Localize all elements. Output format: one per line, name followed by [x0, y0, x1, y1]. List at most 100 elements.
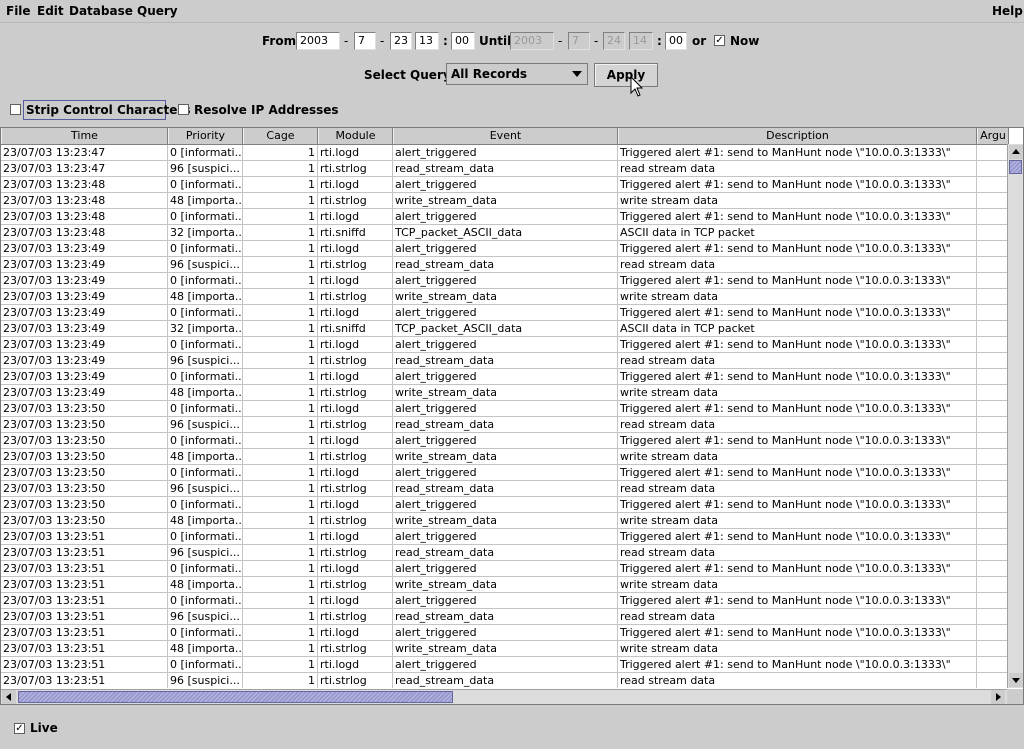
cell-arguments [977, 529, 1007, 544]
cell-arguments [977, 321, 1007, 336]
horizontal-scrollbar[interactable] [1, 689, 1007, 704]
cell-module: rti.strlog [318, 577, 393, 592]
until-hour-field[interactable]: 14 [629, 32, 653, 50]
menu-file[interactable]: File [6, 4, 31, 18]
cell-priority: 0 [informati... [170, 657, 243, 672]
table-row[interactable]: 23/07/03 13:23:49 0 [informati... 1 rti.log… [1, 273, 1007, 289]
cell-cage: 1 [243, 497, 318, 512]
cell-priority: 96 [suspici... [168, 257, 243, 272]
table-row[interactable]: 23/07/03 13:23:48 32 [importa... 1 rti.snif… [1, 225, 1007, 241]
until-day-field[interactable]: 24 [603, 32, 625, 50]
scroll-right-icon [996, 693, 1001, 701]
table-row[interactable]: 23/07/03 13:23:48 0 [informati... 1 rti.log… [1, 177, 1007, 193]
table-row[interactable]: 23/07/03 13:23:51 48 [importa... 1 rti.strl… [1, 641, 1007, 657]
horizontal-scroll-thumb[interactable] [18, 691, 453, 703]
table-row[interactable]: 23/07/03 13:23:50 0 [informati... 1 rti.log… [1, 401, 1007, 417]
cell-cage: 1 [243, 625, 318, 640]
cell-event: alert_triggered [393, 529, 618, 544]
scroll-down-button[interactable] [1009, 673, 1023, 687]
table-row[interactable]: 23/07/03 13:23:47 0 [informati... 1 rti.log… [1, 145, 1007, 161]
live-checkbox[interactable]: ✓ [14, 723, 25, 734]
table-row[interactable]: 23/07/03 13:23:51 96 [suspici... 1 rti.strl… [1, 673, 1007, 688]
table-row[interactable]: 23/07/03 13:23:50 0 [informati... 1 rti.log… [1, 433, 1007, 449]
scroll-left-button[interactable] [2, 690, 16, 704]
scroll-right-button[interactable] [991, 690, 1005, 704]
cell-event: alert_triggered [393, 433, 618, 448]
table-row[interactable]: 23/07/03 13:23:50 48 [importa... 1 rti.strl… [1, 513, 1007, 529]
table-row[interactable]: 23/07/03 13:23:50 96 [suspici... 1 rti.strl… [1, 481, 1007, 497]
cell-cage: 1 [243, 193, 318, 208]
cell-cage: 1 [243, 641, 318, 656]
table-row[interactable]: 23/07/03 13:23:50 0 [informati... 1 rti.log… [1, 465, 1007, 481]
table-row[interactable]: 23/07/03 13:23:49 0 [informati... 1 rti.log… [1, 337, 1007, 353]
strip-control-characters-label[interactable]: Strip Control Characters [26, 103, 190, 117]
table-row[interactable]: 23/07/03 13:23:51 96 [suspici... 1 rti.strl… [1, 545, 1007, 561]
table-row[interactable]: 23/07/03 13:23:49 48 [importa... 1 rti.strl… [1, 385, 1007, 401]
cell-time: 23/07/03 13:23:51 [1, 545, 168, 560]
from-month-field[interactable]: 7 [354, 32, 376, 50]
column-header-priority[interactable]: Priority [168, 128, 243, 144]
table-row[interactable]: 23/07/03 13:23:51 0 [informati... 1 rti.log… [1, 561, 1007, 577]
resolve-ip-addresses-label[interactable]: Resolve IP Addresses [194, 103, 339, 117]
table-row[interactable]: 23/07/03 13:23:51 0 [informati... 1 rti.log… [1, 625, 1007, 641]
cell-arguments [977, 289, 1007, 304]
column-header-event[interactable]: Event [393, 128, 618, 144]
from-day-field[interactable]: 23 [390, 32, 412, 50]
cell-module: rti.strlog [318, 673, 393, 688]
cell-priority: 0 [informati... [170, 177, 243, 192]
table-row[interactable]: 23/07/03 13:23:51 0 [informati... 1 rti.log… [1, 529, 1007, 545]
table-row[interactable]: 23/07/03 13:23:51 96 [suspici... 1 rti.strl… [1, 609, 1007, 625]
until-year-field[interactable]: 2003 [510, 32, 554, 50]
menu-database[interactable]: Database [69, 4, 133, 18]
from-minute-field[interactable]: 00 [451, 32, 475, 50]
cell-priority: 48 [importa... [170, 193, 243, 208]
cell-cage: 1 [243, 433, 318, 448]
resolve-ip-addresses-checkbox[interactable] [178, 104, 189, 115]
column-header-time[interactable]: Time [1, 128, 168, 144]
table-row[interactable]: 23/07/03 13:23:51 0 [informati... 1 rti.log… [1, 657, 1007, 673]
column-header-module[interactable]: Module [318, 128, 393, 144]
table-row[interactable]: 23/07/03 13:23:49 0 [informati... 1 rti.log… [1, 369, 1007, 385]
table-row[interactable]: 23/07/03 13:23:51 0 [informati... 1 rti.log… [1, 593, 1007, 609]
scroll-up-button[interactable] [1009, 145, 1023, 159]
live-row: ✓ Live [0, 720, 200, 738]
cell-description: write stream data [618, 193, 977, 208]
table-row[interactable]: 23/07/03 13:23:49 96 [suspici... 1 rti.strl… [1, 353, 1007, 369]
vertical-scroll-thumb[interactable] [1009, 160, 1022, 174]
table-row[interactable]: 23/07/03 13:23:49 48 [importa... 1 rti.strl… [1, 289, 1007, 305]
table-row[interactable]: 23/07/03 13:23:47 96 [suspici... 1 rti.strl… [1, 161, 1007, 177]
vertical-scrollbar[interactable] [1007, 144, 1023, 688]
table-row[interactable]: 23/07/03 13:23:49 96 [suspici... 1 rti.strl… [1, 257, 1007, 273]
cell-time: 23/07/03 13:23:48 [1, 193, 168, 208]
apply-button[interactable]: Apply [594, 63, 658, 87]
strip-control-characters-checkbox[interactable] [10, 104, 21, 115]
table-row[interactable]: 23/07/03 13:23:48 0 [informati... 1 rti.log… [1, 209, 1007, 225]
table-row[interactable]: 23/07/03 13:23:50 0 [informati... 1 rti.log… [1, 497, 1007, 513]
menu-help[interactable]: Help [992, 4, 1023, 18]
query-select[interactable]: All Records [446, 63, 588, 85]
table-row[interactable]: 23/07/03 13:23:48 48 [importa... 1 rti.strl… [1, 193, 1007, 209]
column-header-cage[interactable]: Cage [243, 128, 318, 144]
event-table: Time Priority Cage Module Event Description Ar… [0, 127, 1024, 705]
table-row[interactable]: 23/07/03 13:23:49 0 [informati... 1 rti.log… [1, 241, 1007, 257]
table-row[interactable]: 23/07/03 13:23:50 48 [importa... 1 rti.strl… [1, 449, 1007, 465]
cell-arguments [977, 641, 1007, 656]
table-row[interactable]: 23/07/03 13:23:49 0 [informati... 1 rti.log… [1, 305, 1007, 321]
cell-cage: 1 [243, 337, 318, 352]
cell-time: 23/07/03 13:23:50 [1, 449, 168, 464]
table-row[interactable]: 23/07/03 13:23:49 32 [importa... 1 rti.snif… [1, 321, 1007, 337]
table-row[interactable]: 23/07/03 13:23:50 96 [suspici... 1 rti.strl… [1, 417, 1007, 433]
from-year-field[interactable]: 2003 [296, 32, 340, 50]
table-row[interactable]: 23/07/03 13:23:51 48 [importa... 1 rti.strl… [1, 577, 1007, 593]
menu-edit[interactable]: Edit [37, 4, 64, 18]
now-checkbox[interactable]: ✓ [714, 35, 725, 46]
until-month-field[interactable]: 7 [568, 32, 590, 50]
cell-arguments [977, 369, 1007, 384]
column-header-description[interactable]: Description [618, 128, 977, 144]
until-minute-field[interactable]: 00 [665, 32, 687, 50]
cell-description: read stream data [618, 161, 977, 176]
menu-query[interactable]: Query [137, 4, 178, 18]
from-hour-field[interactable]: 13 [415, 32, 439, 50]
cell-module: rti.logd [318, 273, 393, 288]
column-header-arguments[interactable]: Argu [977, 128, 1009, 144]
